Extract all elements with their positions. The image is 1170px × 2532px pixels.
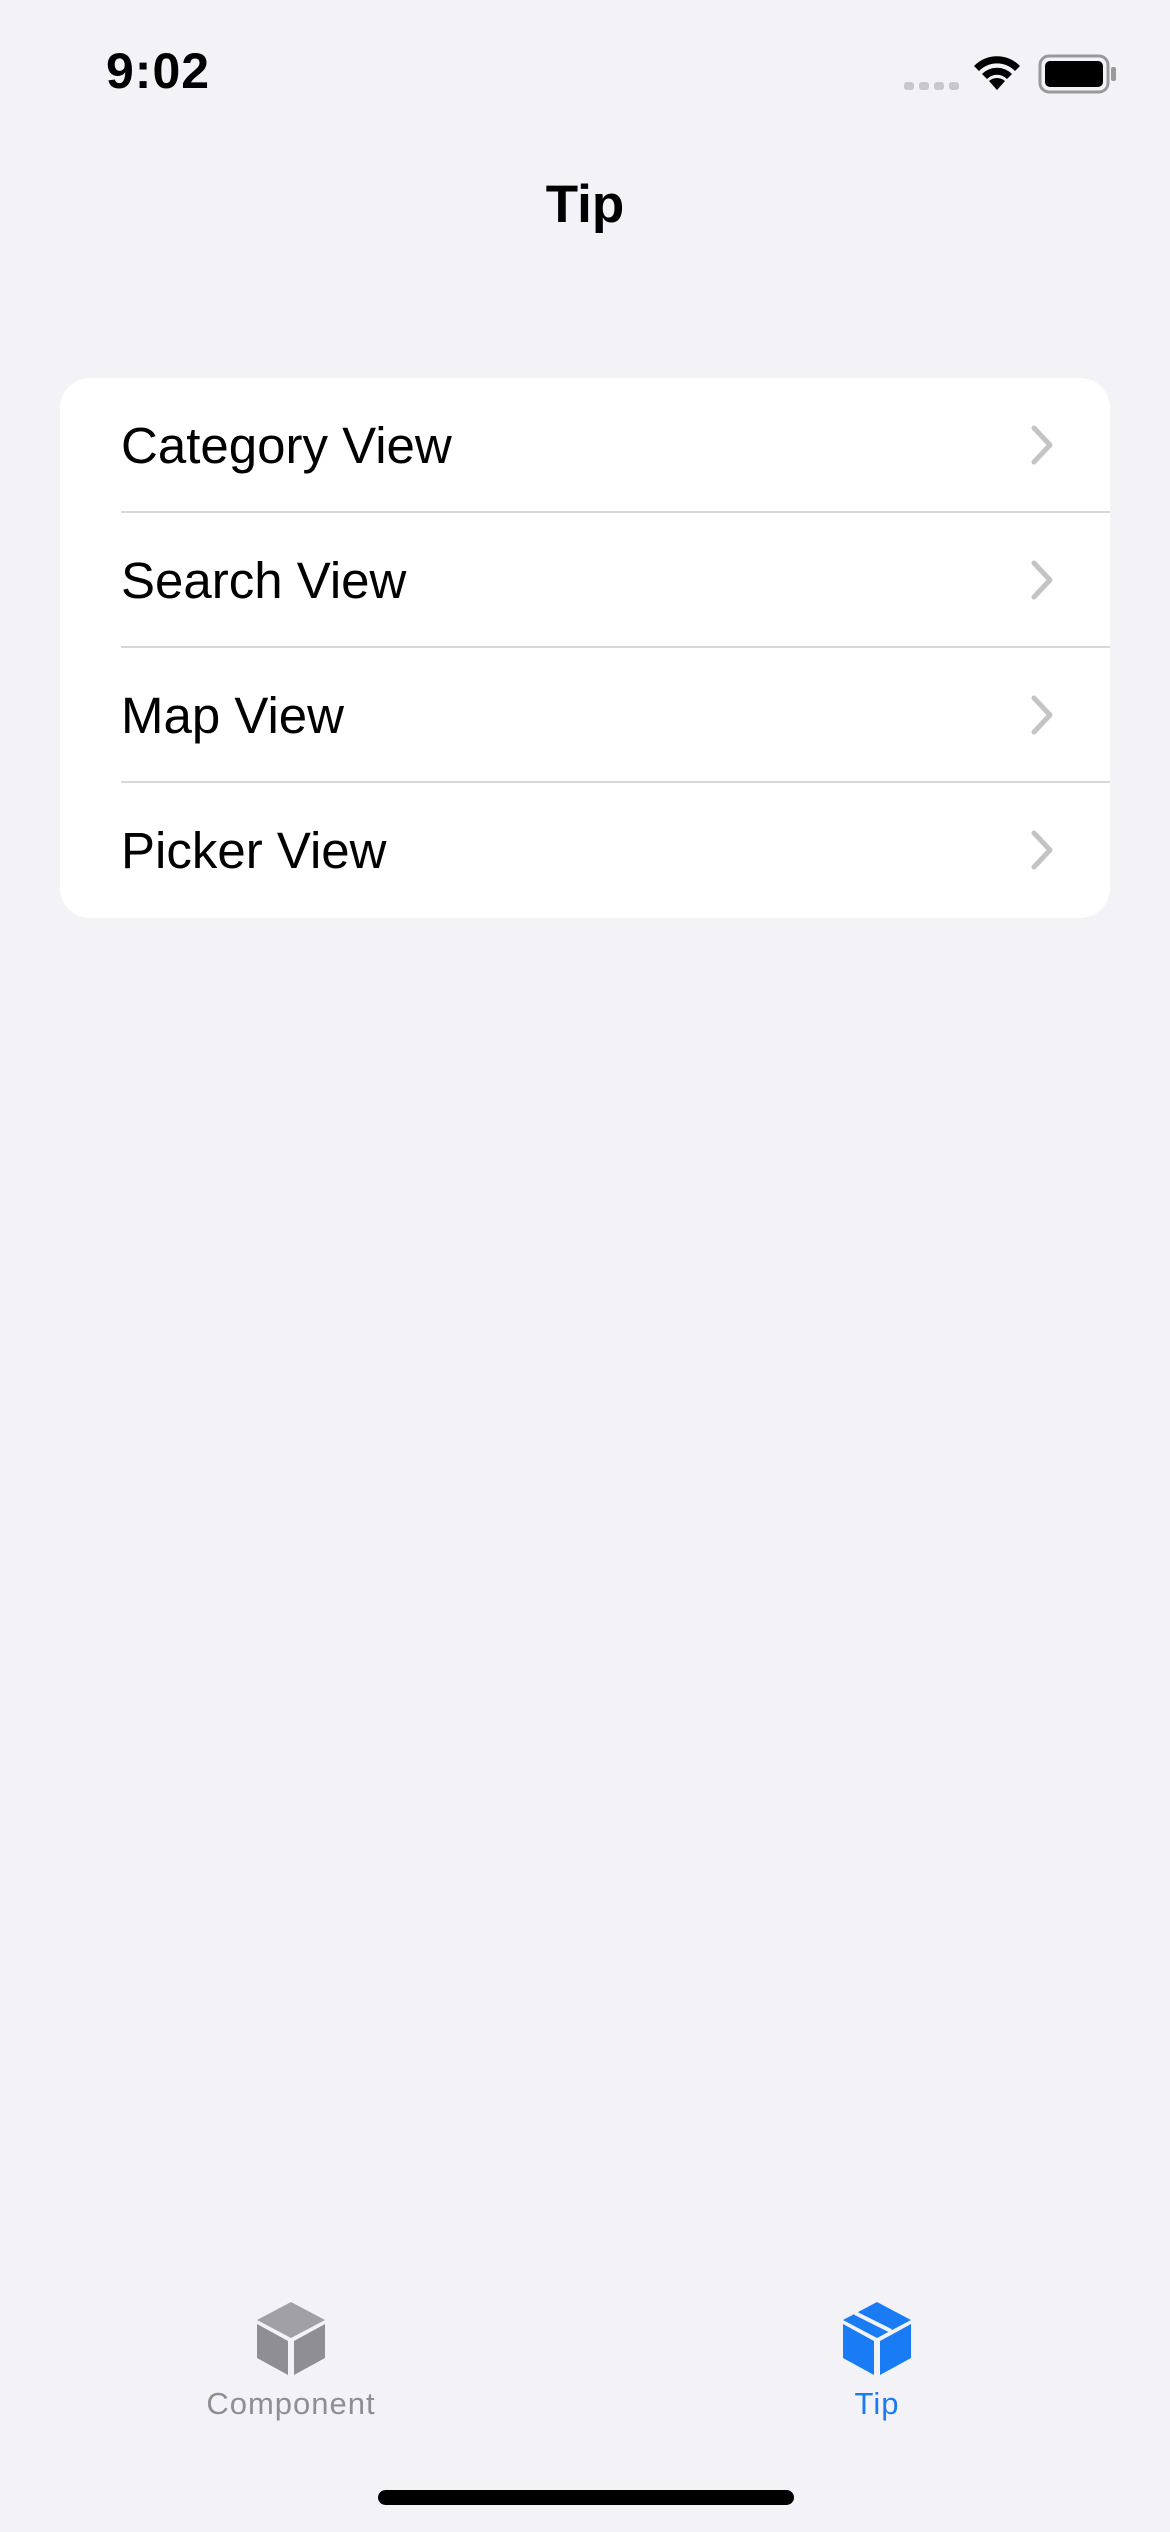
status-time: 9:02 [106,43,211,99]
chevron-right-icon [1031,695,1053,735]
wifi-icon [974,56,1020,90]
tab-label: Component [206,2386,376,2421]
list-item-picker-view[interactable]: Picker View [60,783,1110,918]
chevron-right-icon [1031,560,1053,600]
tab-component[interactable]: Component [141,2270,441,2430]
list-item-search-view[interactable]: Search View [60,513,1110,648]
tab-tip[interactable]: Tip [727,2270,1027,2430]
list-item-category-view[interactable]: Category View [60,378,1110,513]
menu-list: Category View Search View Map View Picke… [60,378,1110,918]
battery-icon [1038,54,1116,94]
list-item-label: Map View [121,687,345,744]
chevron-right-icon [1031,425,1053,465]
list-item-map-view[interactable]: Map View [60,648,1110,783]
cellular-signal-icon [904,82,959,90]
list-item-label: Picker View [121,822,387,879]
chevron-right-icon [1031,830,1053,870]
cube-icon [843,2302,911,2375]
home-indicator [378,2490,794,2505]
screen: 9:02 Tip Category View Search View Map V… [0,0,1170,2532]
list-item-label: Search View [121,552,407,609]
status-bar: 9:02 [0,0,1170,140]
page-title: Tip [545,175,625,234]
list-item-label: Category View [121,417,452,474]
cube-icon [257,2302,325,2375]
tab-label: Tip [854,2386,900,2421]
